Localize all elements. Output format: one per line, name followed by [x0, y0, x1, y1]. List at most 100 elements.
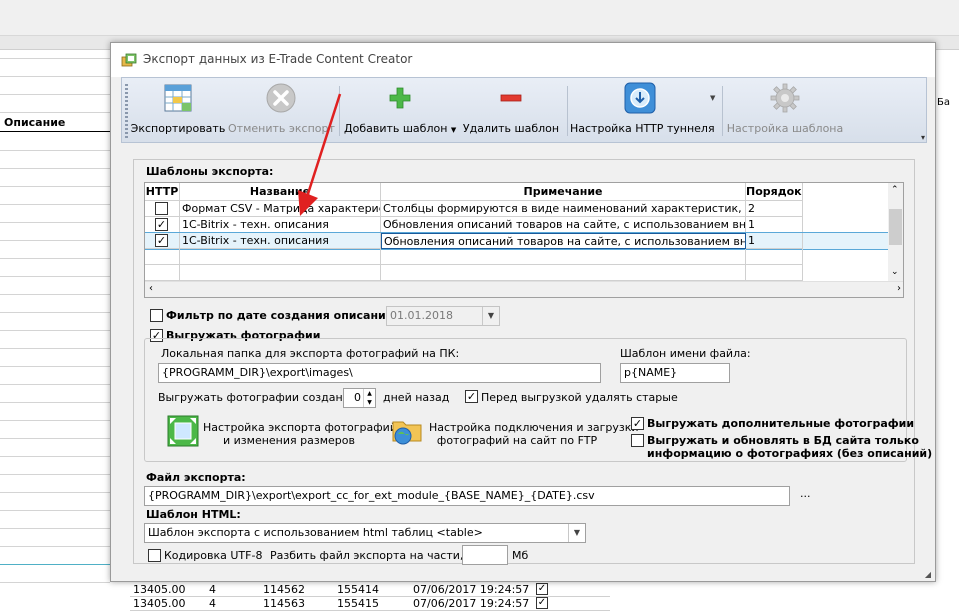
table-cell: 4: [209, 597, 216, 610]
settings-panel: Шаблоны экспорта: HTTP Название Примечан…: [133, 159, 932, 565]
app-icon: [121, 53, 137, 67]
calendar-dropdown-icon[interactable]: ▼: [482, 307, 499, 325]
column-header-note[interactable]: Примечание: [381, 183, 746, 201]
resize-grip-icon[interactable]: ◢: [925, 570, 931, 579]
column-header-name[interactable]: Название: [180, 183, 381, 201]
note-cell: Обновления описаний товаров на сайте, с …: [381, 217, 746, 233]
background-right-text: Ба: [937, 97, 950, 108]
export-button[interactable]: Экспортировать: [130, 80, 226, 140]
days-stepper[interactable]: 0 ▲ ▼: [343, 388, 376, 408]
delete-old-checkbox[interactable]: ✓: [465, 390, 478, 403]
template-settings-button[interactable]: Настройка шаблона: [725, 80, 845, 140]
resize-photos-icon[interactable]: [167, 415, 199, 447]
ftp-settings-label[interactable]: Настройка подключения и загрузки фотогра…: [429, 421, 639, 447]
extra-photos-label: Выгружать дополнительные фотографии: [647, 417, 915, 430]
table-row-empty: [145, 249, 890, 265]
http-checkbox[interactable]: [155, 202, 168, 215]
grid-horizontal-scrollbar[interactable]: ‹ ›: [145, 281, 903, 297]
empty-cell: [381, 265, 746, 281]
html-template-value: Шаблон экспорта с использованием html та…: [148, 526, 483, 539]
extra-photos-checkbox[interactable]: ✓: [631, 417, 644, 430]
grid-line: [0, 76, 110, 77]
http-checkbox[interactable]: ✓: [155, 218, 168, 231]
grid-line: [0, 312, 110, 313]
column-header-order[interactable]: Порядок: [746, 183, 803, 201]
plus-icon: [389, 87, 411, 109]
grid-line: [0, 294, 110, 295]
date-filter-label: Фильтр по дате создания описаний: [166, 309, 394, 322]
photo-folder-input[interactable]: {PROGRAMM_DIR}\export\images\: [158, 363, 601, 383]
row-checkbox[interactable]: ✓: [536, 597, 548, 609]
table-cell: 4: [209, 583, 216, 596]
toolbar-separator: [567, 86, 568, 136]
browse-button[interactable]: ...: [800, 487, 811, 500]
scroll-right-icon[interactable]: ›: [897, 283, 901, 294]
date-filter-input[interactable]: 01.01.2018 ▼: [386, 306, 500, 326]
grid-line: [0, 510, 110, 511]
resize-photos-line-1: Настройка экспорта фотографий: [203, 421, 397, 434]
table-row[interactable]: Формат CSV - Матрица характеристик Столб…: [145, 201, 890, 217]
background-right-panel: Ба: [936, 50, 959, 610]
name-cell: 1C-Bitrix - техн. описания: [180, 217, 381, 233]
grid-line: [0, 582, 110, 583]
toolbar-grip[interactable]: [125, 84, 128, 138]
grid-line: [0, 150, 110, 151]
toolbar-separator: [722, 86, 723, 136]
grid-line: [0, 204, 110, 205]
update-photo-info-checkbox[interactable]: [631, 434, 644, 447]
column-header-http[interactable]: HTTP: [145, 183, 180, 201]
grid-line: [0, 528, 110, 529]
dialog-titlebar[interactable]: Экспорт данных из E-Trade Content Creato…: [111, 43, 935, 77]
grid-line: [0, 492, 110, 493]
filename-template-input[interactable]: p{NAME}: [620, 363, 730, 383]
table-row[interactable]: 13405.00 4 114563 155415 07/06/2017 19:2…: [130, 596, 610, 611]
background-column-header[interactable]: Описание: [4, 116, 65, 129]
resize-photos-line-2: и изменения размеров: [223, 434, 355, 447]
scrollbar-thumb[interactable]: [889, 209, 902, 245]
grid-vertical-scrollbar[interactable]: ⌃ ⌄: [888, 183, 903, 281]
export-file-label: Файл экспорта:: [146, 471, 246, 484]
utf8-checkbox[interactable]: [148, 549, 161, 562]
toolbar-overflow-icon[interactable]: ▾: [921, 133, 925, 142]
scroll-up-icon[interactable]: ⌃: [891, 185, 899, 195]
table-row[interactable]: ✓ 1C-Bitrix - техн. описания Обновления …: [145, 217, 890, 233]
background-table-rows: 13405.00 4 114562 155414 07/06/2017 19:2…: [130, 582, 610, 611]
table-row-selected[interactable]: ✓ 1C-Bitrix - техн. описания Обновления …: [145, 232, 890, 250]
grid-line: [0, 222, 110, 223]
network-tunnel-icon: [624, 82, 656, 114]
http-cell: [145, 201, 180, 217]
delete-old-label: Перед выгрузкой удалять старые: [481, 391, 678, 404]
templates-grid: HTTP Название Примечание Порядок Формат …: [144, 182, 904, 298]
ftp-folder-globe-icon[interactable]: [391, 415, 423, 447]
delete-template-button[interactable]: Удалить шаблон: [458, 80, 564, 140]
scroll-down-icon[interactable]: ⌄: [891, 267, 899, 277]
grid-line: [0, 474, 110, 475]
grid-line: [0, 240, 110, 241]
date-filter-checkbox[interactable]: [150, 309, 163, 322]
grid-line: [0, 420, 110, 421]
stepper-arrows-icon[interactable]: ▲ ▼: [363, 389, 375, 407]
grid-line: [0, 94, 110, 95]
table-row[interactable]: 13405.00 4 114562 155414 07/06/2017 19:2…: [130, 582, 610, 597]
split-size-input[interactable]: [462, 545, 508, 565]
date-filter-value: 01.01.2018: [390, 309, 453, 322]
note-cell-editing[interactable]: Обновления описаний товаров на сайте, с …: [381, 233, 746, 249]
scroll-left-icon[interactable]: ‹: [149, 283, 153, 294]
add-template-button[interactable]: Добавить шаблон ▼: [344, 80, 456, 140]
resize-photos-label[interactable]: Настройка экспорта фотографий и изменени…: [203, 421, 397, 447]
html-template-select[interactable]: Шаблон экспорта с использованием html та…: [144, 523, 586, 543]
grid-line: [0, 112, 110, 113]
http-checkbox[interactable]: ✓: [155, 234, 168, 247]
export-file-input[interactable]: {PROGRAMM_DIR}\export\export_cc_for_ext_…: [144, 486, 790, 506]
grid-line: [0, 456, 110, 457]
chevron-down-icon[interactable]: ▼: [568, 524, 585, 542]
http-tunnel-button[interactable]: Настройка HTTP туннеля: [570, 80, 715, 140]
row-checkbox[interactable]: ✓: [536, 583, 548, 595]
export-dialog: Экспорт данных из E-Trade Content Creato…: [110, 42, 936, 582]
order-cell: 2: [746, 201, 803, 217]
update-photo-info-line-1: Выгружать и обновлять в БД сайта только: [647, 434, 919, 447]
table-cell: 07/06/2017 19:24:57: [413, 583, 530, 596]
split-file-label: Разбить файл экспорта на части, по:: [270, 549, 485, 562]
note-cell: Столбцы формируются в виде наименований …: [381, 201, 746, 217]
http-tunnel-dropdown-arrow[interactable]: ▼: [710, 94, 715, 102]
